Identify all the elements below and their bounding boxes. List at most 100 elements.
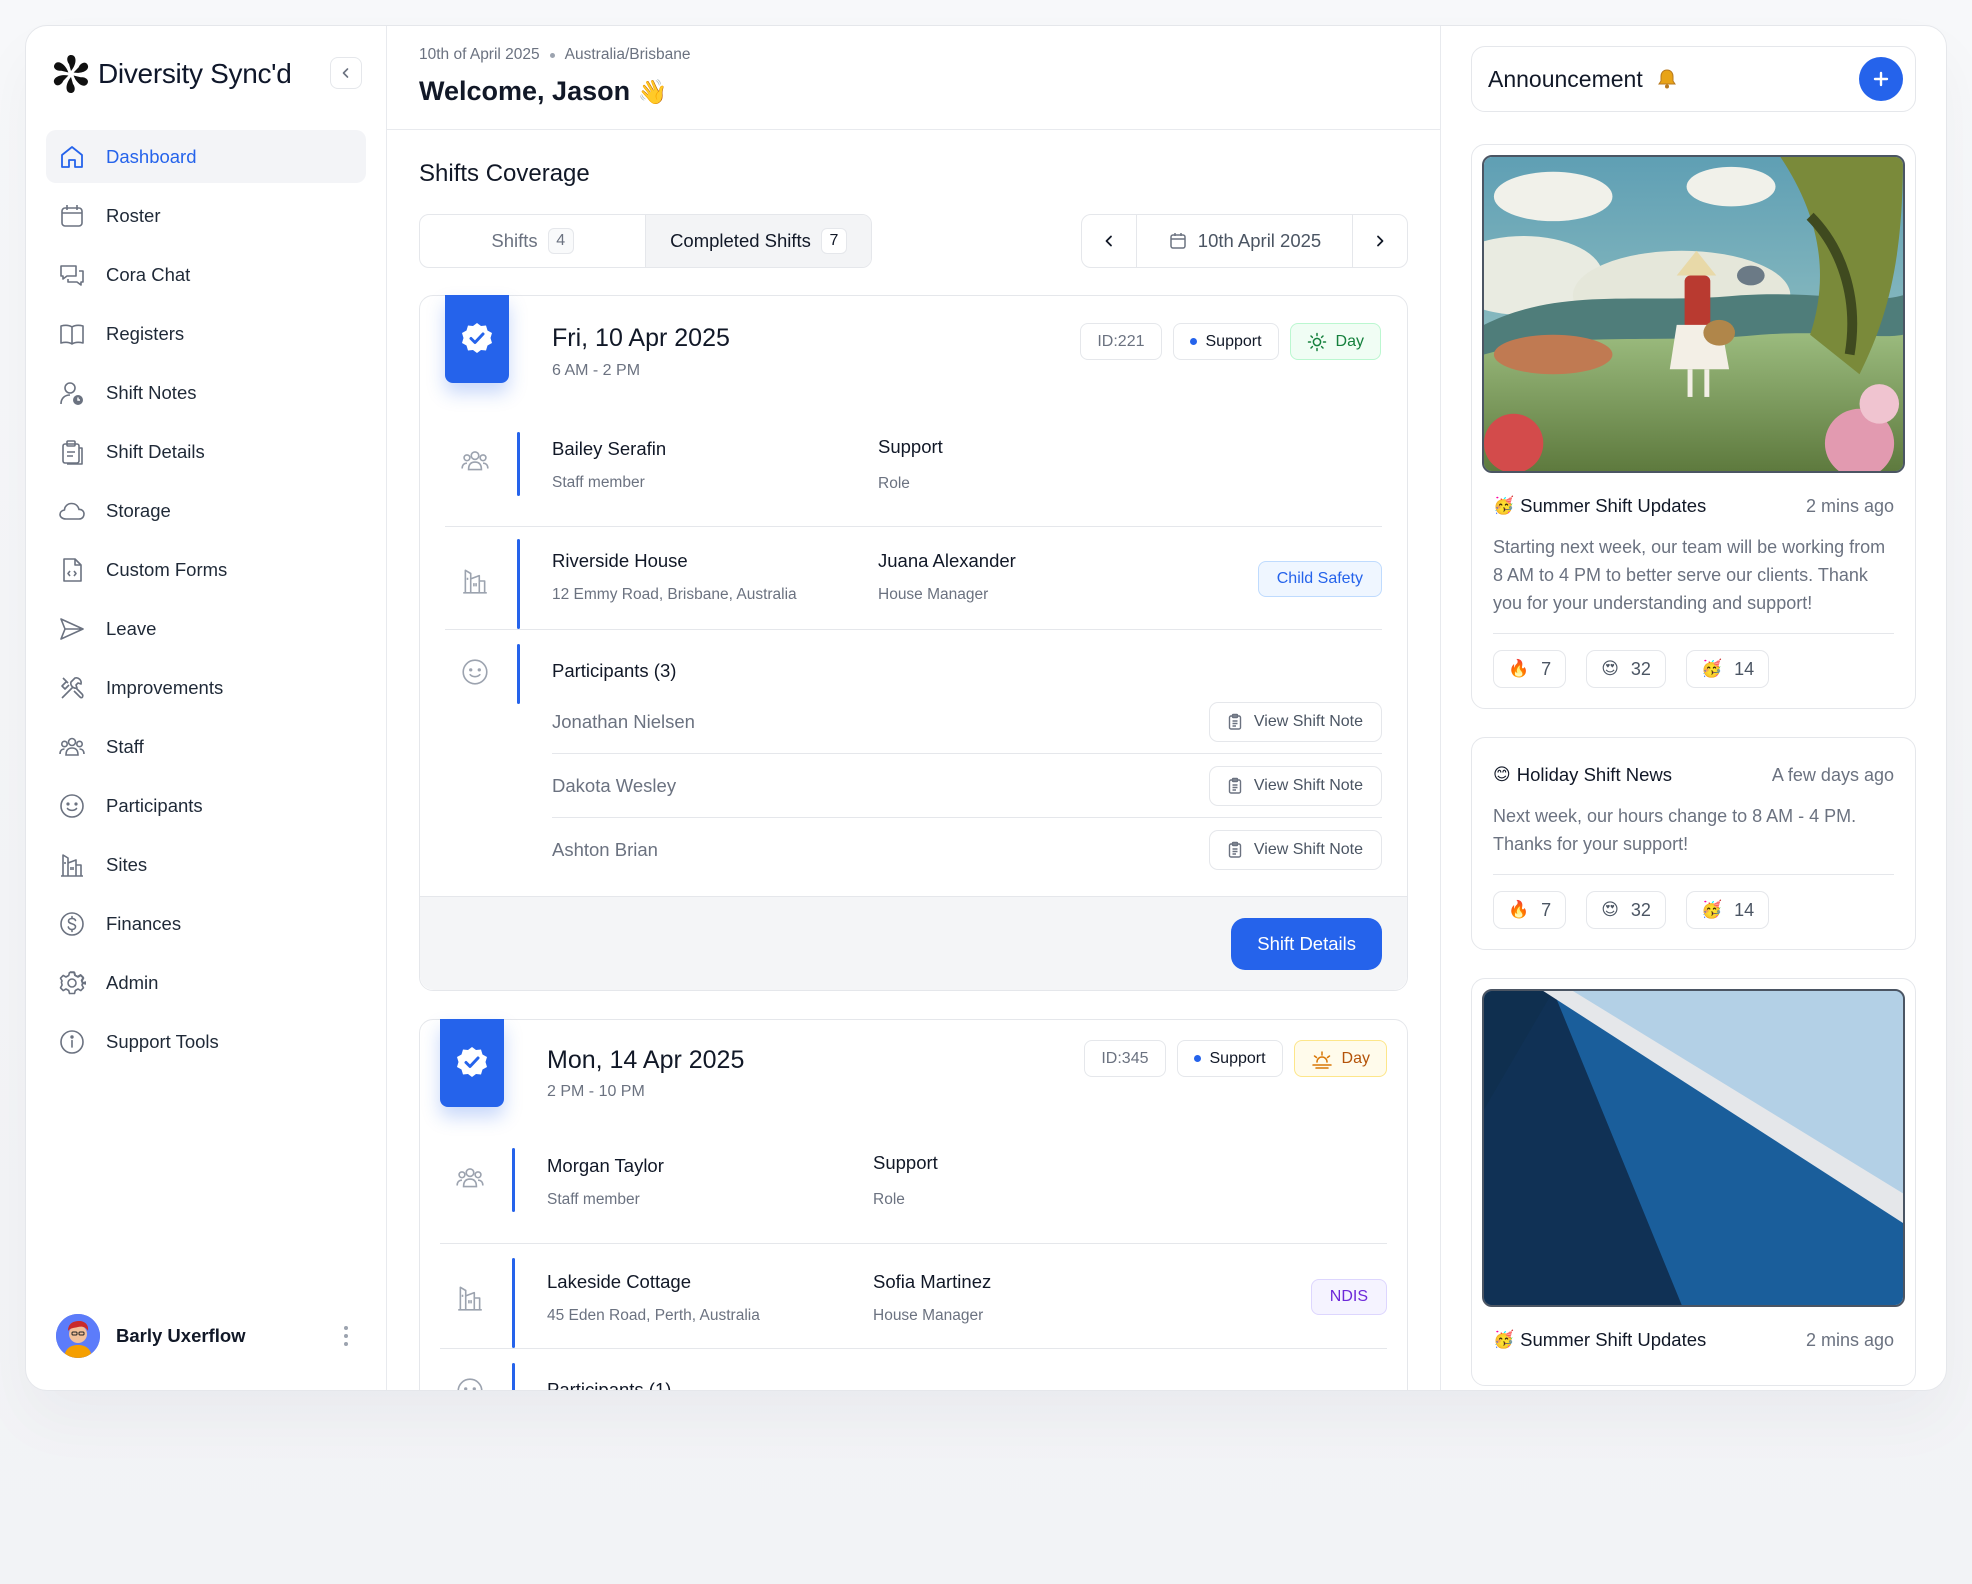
party-face-icon: 🥳 [1493, 1330, 1515, 1350]
category-tag: NDIS [1310, 1279, 1387, 1315]
view-shift-note-button[interactable]: View Shift Note [1208, 830, 1382, 870]
chevron-right-icon [1377, 235, 1384, 247]
reaction-heart-eyes-button[interactable]: 😍 32 [1586, 650, 1666, 688]
list-item: Ashton Brian View Shift Note [552, 818, 1382, 882]
site-cell: Riverside House 12 Emmy Road, Brisbane, … [552, 550, 797, 604]
sidebar-item-custom-forms[interactable]: Custom Forms [46, 543, 366, 596]
avatar [56, 1314, 100, 1358]
sidebar-item-roster[interactable]: Roster [46, 189, 366, 242]
reaction-heart-eyes-button[interactable]: 😍 32 [1586, 891, 1666, 929]
sidebar-item-shift-details[interactable]: Shift Details [46, 425, 366, 478]
staff-caption: Staff member [552, 474, 645, 491]
sidebar-item-shift-notes[interactable]: Shift Notes [46, 366, 366, 419]
sidebar-item-improvements[interactable]: Improvements [46, 661, 366, 714]
participant-name: Jonathan Nielsen [552, 710, 695, 732]
shift-card-footer: Shift Details [420, 896, 1407, 990]
chat-icon [58, 261, 86, 289]
reaction-count: 32 [1630, 899, 1651, 920]
add-announcement-button[interactable] [1859, 57, 1903, 101]
sidebar-item-label: Support Tools [106, 1030, 219, 1052]
participants-title: Participants (1) [547, 1379, 672, 1390]
brand-logo-icon [53, 55, 89, 93]
sidebar-nav: Dashboard Roster Cora Chat Registers Shi… [26, 122, 386, 1068]
heart-eyes-icon: 😍 [1601, 900, 1619, 920]
tab-shifts[interactable]: Shifts 4 [420, 215, 645, 267]
announcement-text: Next week, our hours change to 8 AM - 4 … [1493, 806, 1857, 854]
participants-list: Jonathan Nielsen View Shift Note Dakota … [552, 690, 1382, 882]
manager-name: Sofia Martinez [873, 1271, 992, 1292]
collapse-sidebar-button[interactable] [330, 57, 362, 89]
sidebar-item-cora-chat[interactable]: Cora Chat [46, 248, 366, 301]
chevron-left-icon [1105, 235, 1112, 247]
site-row: Riverside House 12 Emmy Road, Brisbane, … [445, 527, 1382, 630]
sidebar-item-label: Admin [106, 971, 159, 993]
cloud-icon [58, 497, 86, 525]
announcement-card: 🥳 Summer Shift Updates 2 mins ago [1471, 978, 1916, 1386]
sidebar-item-label: Custom Forms [106, 558, 228, 580]
sidebar-item-participants[interactable]: Participants [46, 779, 366, 832]
sidebar-item-staff[interactable]: Staff [46, 720, 366, 773]
sidebar-item-leave[interactable]: Leave [46, 602, 366, 655]
view-shift-note-button[interactable]: View Shift Note [1208, 765, 1382, 806]
date-navigator: 10th April 2025 [1081, 214, 1408, 268]
reaction-fire-button[interactable]: 🔥 7 [1493, 650, 1567, 688]
announcement-post-title: Holiday Shift News [1516, 764, 1672, 785]
status-dot [1189, 338, 1197, 345]
sidebar-item-sites[interactable]: Sites [46, 838, 366, 891]
more-options-icon[interactable] [336, 1321, 356, 1351]
shift-period-badge: Day [1293, 1040, 1387, 1077]
panel-title: Announcement [1488, 66, 1679, 93]
reaction-count: 7 [1541, 899, 1552, 920]
chevron-left-icon [342, 68, 349, 78]
fire-icon: 🔥 [1508, 900, 1530, 920]
reaction-fire-button[interactable]: 🔥 7 [1493, 891, 1567, 929]
button-label: View Shift Note [1253, 776, 1363, 794]
bell-icon [1657, 69, 1676, 89]
sidebar-item-support-tools[interactable]: Support Tools [46, 1015, 366, 1068]
staff-row: Morgan Taylor Staff member Support Role [440, 1144, 1387, 1244]
date-line: 10th of April 2025 Australia/Brisbane [419, 46, 1440, 64]
tab-count: 7 [820, 228, 847, 254]
manager-caption: House Manager [878, 586, 989, 603]
announcement-header: Announcement [1471, 46, 1916, 112]
manager-cell: Juana Alexander House Manager [878, 550, 1016, 604]
shift-id-badge: ID:345 [1084, 1040, 1166, 1077]
announcement-card: 😊 Holiday Shift News A few days ago Next… [1471, 737, 1916, 950]
shift-id-badge: ID:221 [1080, 323, 1162, 360]
reactions-bar: 🔥 7 😍 32 🥳 14 [1493, 874, 1894, 939]
sidebar-item-storage[interactable]: Storage [46, 484, 366, 537]
sidebar-item-finances[interactable]: Finances [46, 897, 366, 950]
current-date: 10th of April 2025 [419, 46, 540, 63]
user-clock-icon [58, 379, 86, 407]
tab-completed-shifts[interactable]: Completed Shifts 7 [645, 215, 871, 267]
timezone: Australia/Brisbane [564, 46, 691, 63]
sidebar-item-label: Participants [106, 794, 203, 816]
announcement-body: 😊 Holiday Shift News A few days ago Next… [1482, 764, 1905, 939]
announcement-heading: 🥳 Summer Shift Updates [1493, 1329, 1706, 1351]
sidebar-item-label: Storage [106, 499, 171, 521]
next-date-button[interactable] [1353, 215, 1407, 267]
shift-card: Fri, 10 Apr 2025 6 AM - 2 PM ID:221 Supp… [419, 295, 1408, 991]
shift-type: Support [1205, 332, 1262, 350]
shift-badges: ID:345 Support Day [1084, 1040, 1387, 1077]
shift-period-badge: Day [1289, 323, 1381, 360]
sidebar-item-registers[interactable]: Registers [46, 307, 366, 360]
participants-section: Participants (3) Jonathan Nielsen View S… [445, 630, 1382, 896]
sidebar-item-admin[interactable]: Admin [46, 956, 366, 1009]
shift-details-button[interactable]: Shift Details [1231, 917, 1382, 970]
staff-name: Morgan Taylor [547, 1155, 664, 1176]
date-picker[interactable]: 10th April 2025 [1136, 215, 1353, 267]
page-title: Welcome, Jason 👋 [419, 76, 1440, 107]
role-name: Support [878, 436, 943, 457]
user-profile[interactable]: Barly Uxerflow [56, 1306, 356, 1366]
sidebar-item-dashboard[interactable]: Dashboard [46, 130, 366, 183]
announcement-heading: 🥳 Summer Shift Updates [1493, 495, 1706, 517]
category-tag: Child Safety [1257, 561, 1382, 597]
send-icon [58, 615, 86, 643]
shift-date: Mon, 14 Apr 2025 [547, 1046, 745, 1074]
previous-date-button[interactable] [1082, 215, 1136, 267]
view-shift-note-button[interactable]: View Shift Note [1208, 701, 1382, 742]
reaction-party-button[interactable]: 🥳 14 [1685, 891, 1770, 929]
shift-tabs: Shifts 4 Completed Shifts 7 [419, 214, 872, 268]
reaction-party-button[interactable]: 🥳 14 [1685, 650, 1770, 688]
